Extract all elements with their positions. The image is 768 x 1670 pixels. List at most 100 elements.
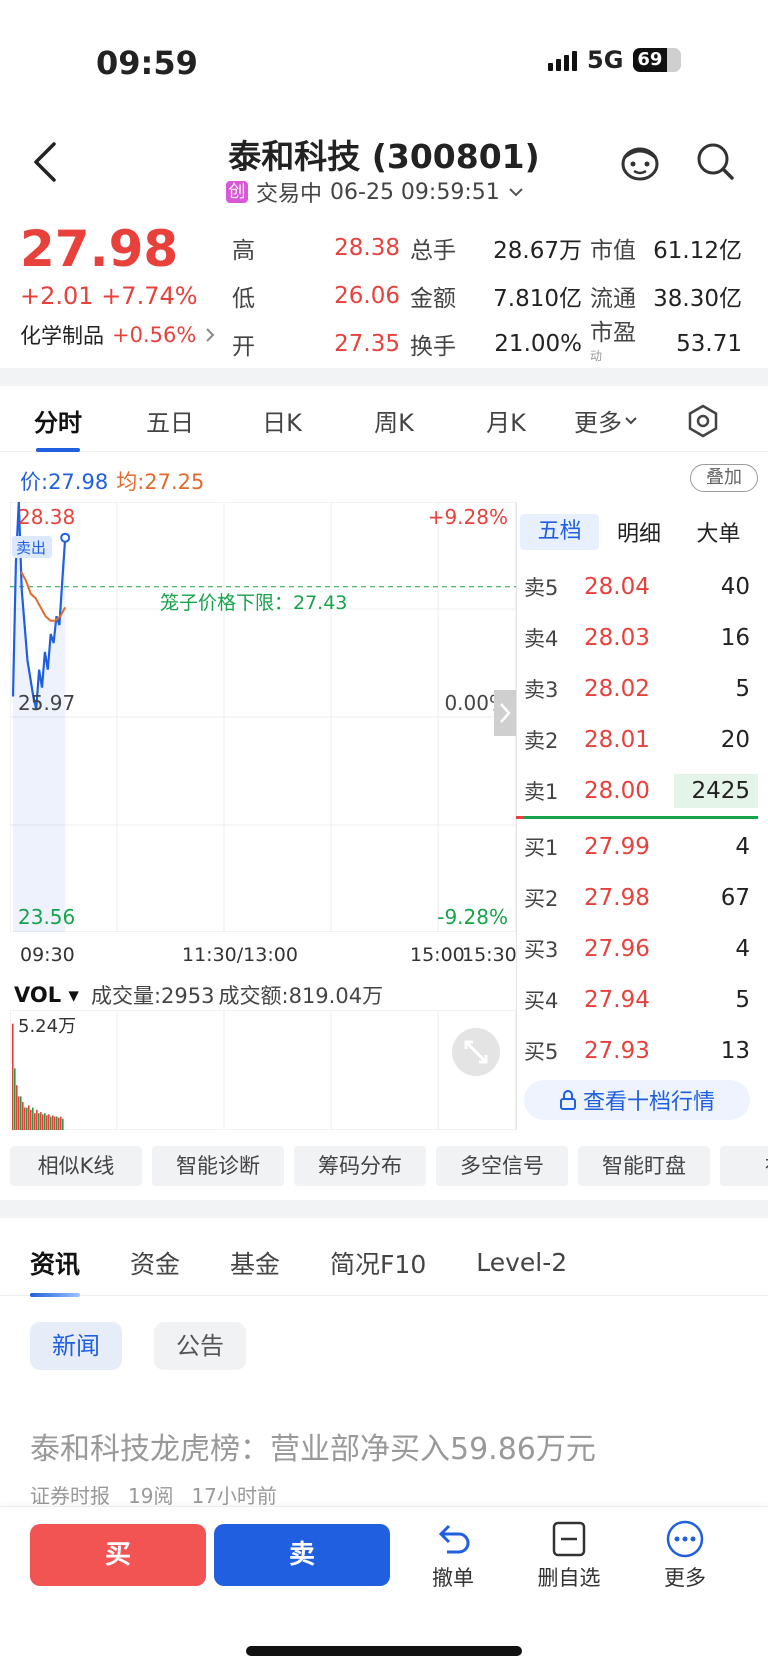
value-turnover: 21.00% <box>494 331 582 357</box>
ask-row[interactable]: 卖1 28.00 2425 <box>524 766 758 816</box>
volume-header: VOL ▾ 成交量:2953 成交额:819.04万 <box>14 980 383 1010</box>
tab-large-orders[interactable]: 大单 <box>679 516 758 548</box>
expand-icon[interactable] <box>452 1028 500 1076</box>
ask-label: 卖1 <box>524 780 559 804</box>
tool-chip-distribution[interactable]: 筹码分布 <box>294 1146 426 1186</box>
volume-max-label: 5.24万 <box>18 1016 76 1037</box>
price-floor-label: 笼子价格下限：27.43 <box>160 592 347 614</box>
tool-smart-diagnosis[interactable]: 智能诊断 <box>152 1146 284 1186</box>
quote-row-low: 低 26.06 金额 7.810亿 流通 38.30亿 <box>232 272 742 320</box>
volume-bar <box>48 1114 50 1130</box>
network-type: 5G <box>587 46 624 74</box>
bid-row[interactable]: 买5 27.93 13 <box>524 1026 758 1076</box>
ask-price: 28.02 <box>584 676 650 702</box>
ask-row[interactable]: 卖3 28.02 5 <box>524 664 758 714</box>
tool-similar-k[interactable]: 相似K线 <box>10 1146 142 1186</box>
sell-button[interactable]: 卖 <box>214 1524 390 1586</box>
chart-period-tabs: 分时 五日 日K 周K 月K 更多 <box>0 390 768 452</box>
volume-bar <box>40 1112 42 1130</box>
remove-watchlist-button[interactable]: 删自选 <box>524 1520 614 1592</box>
y-label-bottom: 23.56 <box>18 905 75 929</box>
volume-bar <box>28 1105 30 1130</box>
intraday-chart[interactable]: 卖出 28.38 25.97 23.56 +9.28% 0.00% -9.28%… <box>10 502 516 932</box>
section-separator <box>0 1200 768 1218</box>
tool-more[interactable]: 神奇 <box>720 1146 768 1186</box>
bid-row[interactable]: 买2 27.98 67 <box>524 873 758 923</box>
search-icon[interactable] <box>694 140 736 182</box>
change-percent: +7.74% <box>101 282 198 310</box>
ask-label: 卖3 <box>524 678 559 702</box>
tool-long-short-signal[interactable]: 多空信号 <box>436 1146 568 1186</box>
bid-row[interactable]: 买4 27.94 5 <box>524 975 758 1025</box>
tab-level2[interactable]: Level-2 <box>476 1248 567 1277</box>
quote-row-high: 高 28.38 总手 28.67万 市值 61.12亿 <box>232 224 742 272</box>
status-icons: 5G 69 <box>548 46 682 74</box>
tab-news-info[interactable]: 资讯 <box>30 1245 81 1297</box>
time-label-close: 15:00 <box>410 944 465 966</box>
volume-indicator-select[interactable]: VOL ▾ <box>14 983 79 1007</box>
ten-level-quotes-button[interactable]: 查看十档行情 <box>524 1080 750 1120</box>
tool-smart-watch[interactable]: 智能盯盘 <box>578 1146 710 1186</box>
sell-tag[interactable]: 卖出 <box>16 539 46 557</box>
news-headline[interactable]: 泰和科技龙虎榜：营业部净买入59.86万元 <box>30 1424 596 1468</box>
more-label: 更多 <box>664 1566 706 1590</box>
remove-favorite-icon <box>552 1521 586 1557</box>
tab-intraday[interactable]: 分时 <box>30 403 86 452</box>
volume-bar <box>30 1109 32 1130</box>
sector-link[interactable]: 化学制品 +0.56% <box>20 320 216 350</box>
tab-details[interactable]: 明细 <box>599 516 678 548</box>
time-label-open: 09:30 <box>20 944 75 966</box>
battery-level: 69 <box>637 49 663 70</box>
volume-bar <box>52 1115 54 1130</box>
volume-bar <box>32 1107 34 1130</box>
cancel-order-button[interactable]: 撤单 <box>408 1520 498 1592</box>
ask-row[interactable]: 卖2 28.01 20 <box>524 715 758 765</box>
change-value: +2.01 <box>20 282 94 310</box>
bid-row[interactable]: 买1 27.99 4 <box>524 822 758 872</box>
tab-fund[interactable]: 基金 <box>230 1245 280 1281</box>
value-pe: 53.71 <box>676 331 742 357</box>
volume-amount: 成交量:2953 <box>90 984 215 1008</box>
value-float-cap: 38.30亿 <box>653 286 742 312</box>
volume-bar <box>60 1116 62 1130</box>
chip-announcement[interactable]: 公告 <box>154 1322 246 1370</box>
tab-five-day[interactable]: 五日 <box>142 403 198 438</box>
collapse-handle[interactable] <box>494 690 516 736</box>
label-pe: 市盈动 <box>582 313 646 375</box>
chip-news[interactable]: 新闻 <box>30 1322 122 1370</box>
tab-monthly-k[interactable]: 月K <box>478 403 534 438</box>
tab-capital[interactable]: 资金 <box>130 1245 180 1281</box>
buy-button[interactable]: 买 <box>30 1524 206 1586</box>
pct-label-top: +9.28% <box>428 505 508 529</box>
label-high: 高 <box>232 238 255 264</box>
tab-f10[interactable]: 简况F10 <box>330 1245 426 1281</box>
ask-row[interactable]: 卖5 28.04 40 <box>524 562 758 612</box>
quote-datetime: 06-25 09:59:51 <box>330 179 500 205</box>
battery-icon: 69 <box>633 48 682 72</box>
pe-label-text: 市盈 <box>590 320 636 347</box>
assistant-avatar-icon[interactable] <box>618 140 662 182</box>
tab-five-levels[interactable]: 五档 <box>520 514 600 550</box>
volume-bar <box>38 1113 40 1130</box>
more-dots-icon <box>666 1520 704 1558</box>
more-button[interactable]: 更多 <box>640 1520 730 1592</box>
tab-more[interactable]: 更多 <box>574 403 638 438</box>
chart-settings-icon[interactable] <box>686 404 720 438</box>
volume-chart[interactable]: 5.24万 <box>10 1010 516 1130</box>
tab-daily-k[interactable]: 日K <box>254 403 310 438</box>
volume-turnover: 成交额:819.04万 <box>218 984 384 1008</box>
tab-weekly-k[interactable]: 周K <box>366 403 422 438</box>
volume-bar <box>46 1115 48 1130</box>
sector-percent: +0.56% <box>112 323 197 347</box>
bid-row[interactable]: 买3 27.96 4 <box>524 924 758 974</box>
pct-label-bottom: -9.28% <box>437 905 508 929</box>
label-open: 开 <box>232 334 255 360</box>
trading-status-line[interactable]: 创 交易中 06-25 09:59:51 <box>226 176 524 208</box>
value-amount: 7.810亿 <box>493 286 582 312</box>
volume-bar <box>62 1118 64 1130</box>
ask-row[interactable]: 卖4 28.03 16 <box>524 613 758 663</box>
overlay-button[interactable]: 叠加 <box>690 464 758 492</box>
volume-indicator-label: VOL <box>14 983 62 1007</box>
home-indicator <box>246 1646 522 1656</box>
ask-label: 卖5 <box>524 576 559 600</box>
